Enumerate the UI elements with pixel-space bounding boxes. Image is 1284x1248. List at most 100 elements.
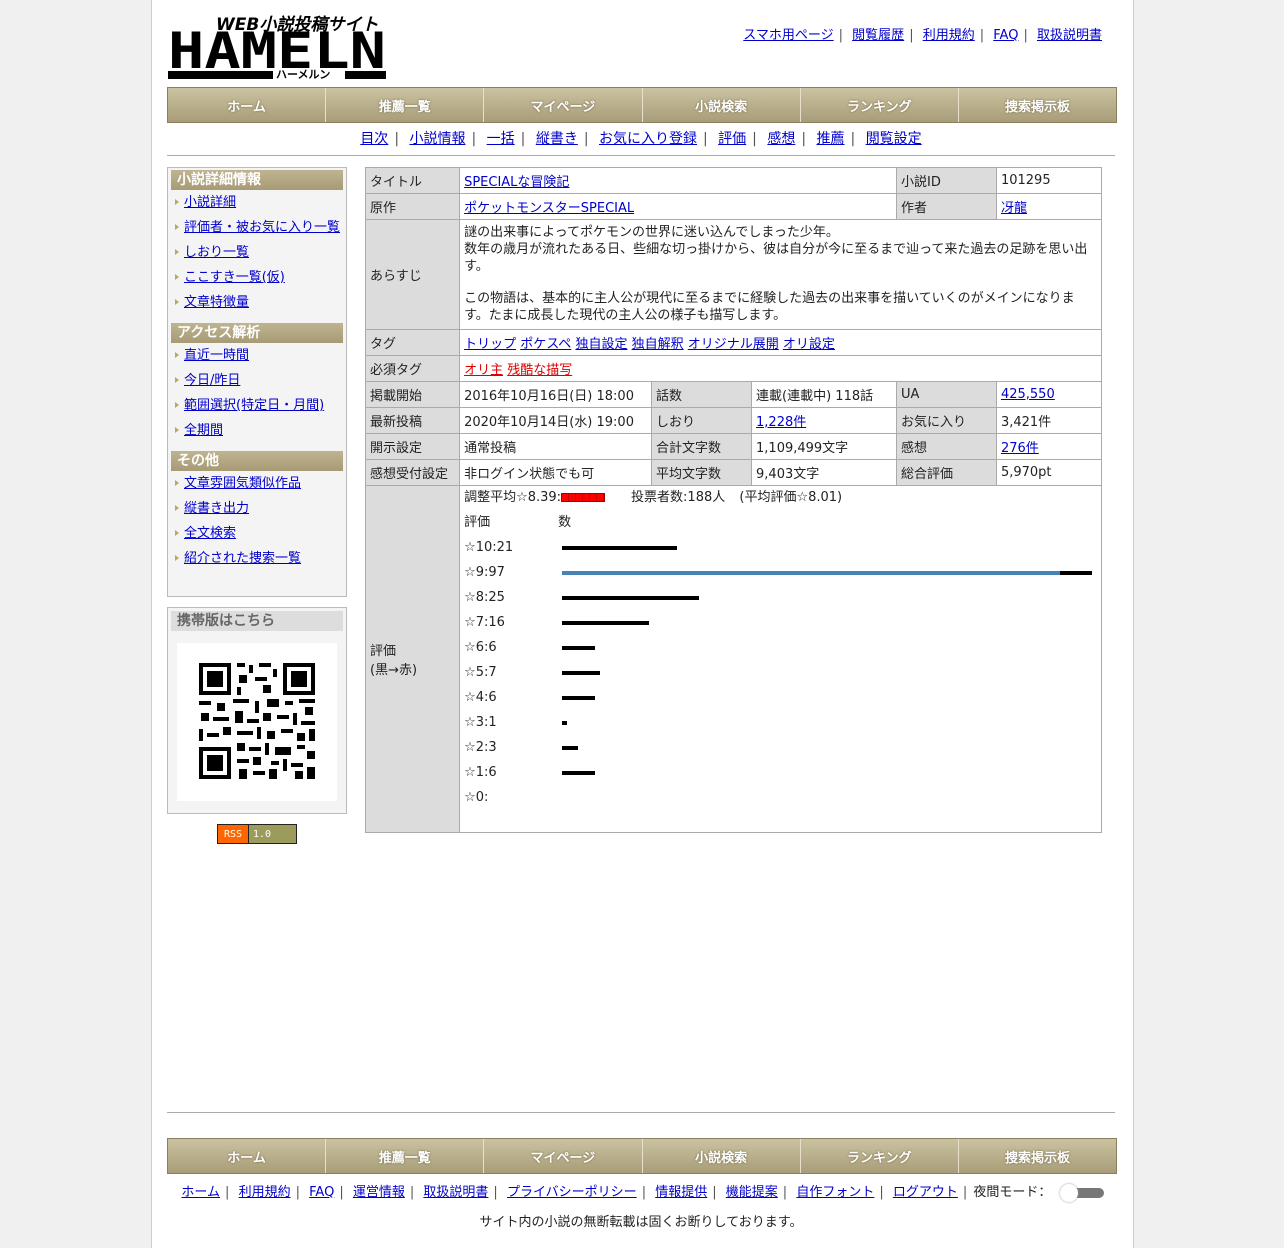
footer-link-privacy[interactable]: プライバシーポリシー [507, 1185, 637, 1200]
footer-nav-search[interactable]: 小説検索 [642, 1139, 801, 1173]
nav-board[interactable]: 捜索掲示板 [958, 88, 1117, 122]
vote-bar [562, 671, 601, 675]
divider [167, 1112, 1115, 1113]
rss-version: 1.0 [249, 825, 296, 843]
required-tag-link[interactable]: 残酷な描写 [507, 363, 572, 378]
vote-row-label: ☆2:3 [464, 740, 497, 755]
subnav-info[interactable]: 小説情報 [409, 131, 465, 147]
sidebar-item-similar[interactable]: 文章雰囲気類似作品 [184, 476, 301, 491]
logo-kana: ハーメルン [276, 68, 330, 80]
night-mode-toggle[interactable] [1059, 1183, 1104, 1202]
tag-link[interactable]: 独自設定 [575, 337, 627, 352]
top-links: スマホ用ページ | 閲覧履歴 | 利用規約 | FAQ | 取扱説明書 [743, 28, 1102, 43]
toplink-faq[interactable]: FAQ [993, 28, 1018, 43]
footer-nav-recommend[interactable]: 推薦一覧 [326, 1139, 485, 1173]
footer-nav-home[interactable]: ホーム [168, 1139, 327, 1173]
hameln-logo[interactable]: WEB小説投稿サイト HAMELN ハーメルン [168, 10, 388, 81]
total-chars-label: 合計文字数 [651, 433, 753, 460]
sidebar-item-bookmarks[interactable]: しおり一覧 [184, 245, 249, 260]
subnav-rate[interactable]: 評価 [718, 131, 746, 147]
vote-bar [562, 596, 700, 600]
synopsis-label: あらすじ [364, 219, 461, 330]
sidebar-item-today[interactable]: 今日/昨日 [184, 373, 240, 388]
novel-title-link[interactable]: SPECIALな冒険記 [464, 175, 569, 190]
tag-link[interactable]: オリジナル展開 [688, 337, 779, 352]
sidebar-item-fulltext[interactable]: 全文検索 [184, 526, 236, 541]
required-tags-label: 必須タグ [364, 355, 461, 382]
original-link[interactable]: ポケットモンスターSPECIAL [464, 201, 634, 216]
favorite-label: お気に入り [895, 407, 997, 434]
toplink-history[interactable]: 閲覧履歴 [852, 28, 904, 43]
nav-ranking[interactable]: ランキング [800, 88, 959, 122]
subnav-all[interactable]: 一括 [487, 131, 515, 147]
vote-row: ☆10:21 [464, 535, 1100, 560]
vote-row-label: ☆5:7 [464, 665, 497, 680]
page: WEB小説投稿サイト HAMELN ハーメルン スマホ用ページ | 閲覧履歴 | 利… [151, 0, 1134, 1248]
sidebar-item-details[interactable]: 小説詳細 [184, 195, 236, 210]
subnav-toc[interactable]: 目次 [360, 131, 388, 147]
nav-search[interactable]: 小説検索 [642, 88, 801, 122]
sidebar-item-range[interactable]: 範囲選択(特定日・月間) [184, 398, 324, 413]
sidebar-item-last-hour[interactable]: 直近一時間 [184, 348, 249, 363]
sidebar-item-features[interactable]: 文章特徴量 [184, 295, 249, 310]
footer-nav-mypage[interactable]: マイページ [484, 1139, 643, 1173]
footer-link-operation[interactable]: 運営情報 [353, 1185, 405, 1200]
sidebar-item-kokosuki[interactable]: ここすき一覧(仮) [184, 270, 285, 285]
novel-id-label: 小説ID [895, 167, 997, 194]
footer-link-faq[interactable]: FAQ [309, 1185, 334, 1200]
episodes-value: 連載(連載中) 118話 [751, 381, 897, 408]
nav-mypage[interactable]: マイページ [484, 88, 643, 122]
sidebar-item-raters[interactable]: 評価者・被お気に入り一覧 [184, 220, 340, 235]
vote-row-label: ☆3:1 [464, 715, 497, 730]
footer-link-manual[interactable]: 取扱説明書 [423, 1185, 488, 1200]
tag-link[interactable]: ポケスペ [520, 337, 571, 352]
tag-link[interactable]: 独自解釈 [632, 337, 684, 352]
vote-row-label: ☆1:6 [464, 765, 497, 780]
sidebar-item-search-board[interactable]: 紹介された捜索一覧 [184, 551, 301, 566]
subnav-review[interactable]: 感想 [767, 131, 795, 147]
accept-label: 感想受付設定 [364, 459, 461, 486]
tag-link[interactable]: オリ設定 [783, 337, 835, 352]
ua-link[interactable]: 425,550 [1001, 387, 1055, 402]
tag-link[interactable]: トリップ [464, 337, 516, 352]
footer-link-home[interactable]: ホーム [181, 1185, 220, 1200]
toplink-smartphone[interactable]: スマホ用ページ [743, 28, 833, 43]
footer-nav-ranking[interactable]: ランキング [800, 1139, 959, 1173]
score-value: 5,970pt [995, 459, 1103, 486]
reviews-link[interactable]: 276件 [1001, 441, 1039, 456]
subnav-vertical[interactable]: 縦書き [536, 131, 578, 147]
start-date: 2016年10月16日(日) 18:00 [459, 381, 653, 408]
adjusted-average: 調整平均☆8.39: [464, 490, 562, 505]
required-tags-list: オリ主 残酷な描写 [459, 355, 1102, 382]
footer-link-font[interactable]: 自作フォント [796, 1185, 874, 1200]
sidebar-item-vertical-output[interactable]: 縦書き出力 [184, 501, 249, 516]
novel-info-table: タイトル SPECIALな冒険記 小説ID 101295 原作 ポケットモンスタ… [364, 167, 1103, 833]
sidebar-item-all-time[interactable]: 全期間 [184, 423, 223, 438]
qr-code[interactable] [177, 643, 337, 801]
sidebar-heading-other: その他 [171, 451, 343, 471]
ua-label: UA [895, 381, 997, 408]
vote-row: ☆2:3 [464, 735, 1100, 760]
vote-row-label: ☆4:6 [464, 690, 497, 705]
rss-badge[interactable]: RSS 1.0 [217, 824, 297, 844]
novel-subnav: 目次 | 小説情報 | 一括 | 縦書き | お気に入り登録 | 評価 | 感想 | 推薦 | … [360, 131, 922, 147]
nav-recommend[interactable]: 推薦一覧 [326, 88, 485, 122]
subnav-favorite[interactable]: お気に入り登録 [599, 131, 697, 147]
author-link[interactable]: 冴龍 [1001, 201, 1027, 216]
required-tag-link[interactable]: オリ主 [464, 363, 503, 378]
footer-nav-board[interactable]: 捜索掲示板 [958, 1139, 1117, 1173]
footer-link-terms[interactable]: 利用規約 [239, 1185, 291, 1200]
footer-link-report[interactable]: 情報提供 [655, 1185, 707, 1200]
footer-link-logout[interactable]: ログアウト [893, 1185, 958, 1200]
nav-home[interactable]: ホーム [168, 88, 327, 122]
favorite-count: 3,421件 [995, 407, 1103, 434]
toplink-terms[interactable]: 利用規約 [923, 28, 975, 43]
bookmark-link[interactable]: 1,228件 [756, 415, 806, 430]
mobile-box: 携帯版はこちら [167, 607, 347, 814]
subnav-recommend[interactable]: 推薦 [817, 131, 845, 147]
vote-row: ☆0: [464, 785, 1100, 810]
vote-row: ☆4:6 [464, 685, 1100, 710]
footer-link-proposal[interactable]: 機能提案 [726, 1185, 778, 1200]
subnav-settings[interactable]: 閲覧設定 [866, 131, 922, 147]
toplink-manual[interactable]: 取扱説明書 [1037, 28, 1102, 43]
